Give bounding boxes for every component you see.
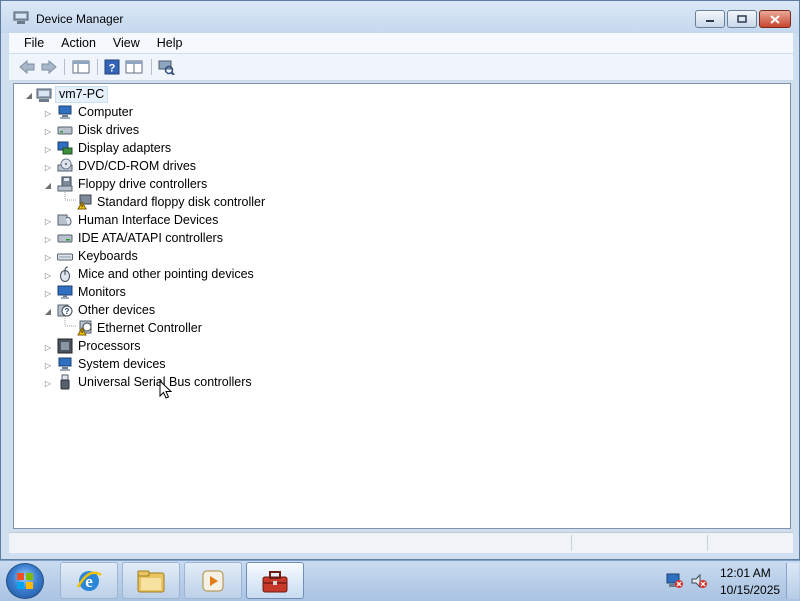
taskbar: e <box>0 560 800 601</box>
windows-explorer-icon <box>137 570 165 592</box>
media-player-icon <box>202 570 224 591</box>
expand-toggle[interactable]: ▷ <box>44 379 52 388</box>
tree-connector <box>64 192 77 201</box>
maximize-button[interactable] <box>727 10 757 28</box>
expand-toggle[interactable]: ▷ <box>44 109 52 118</box>
floppy-controller-icon <box>57 176 73 192</box>
taskbar-internet-explorer[interactable]: e <box>60 562 118 599</box>
taskbar-device-manager[interactable] <box>246 562 304 599</box>
tree-item-system-devices[interactable]: System devices <box>78 355 166 373</box>
expand-toggle[interactable]: ▷ <box>44 271 52 280</box>
processor-icon <box>57 338 73 354</box>
status-bar <box>9 532 793 553</box>
ide-controller-icon <box>57 234 73 243</box>
start-button[interactable] <box>6 563 44 599</box>
monitor-icon <box>57 285 73 299</box>
tree-item-ethernet-controller[interactable]: Ethernet Controller <box>97 319 202 337</box>
clock-date[interactable]: 10/15/2025 <box>720 583 780 597</box>
svg-text:?: ? <box>109 63 116 75</box>
properties-button[interactable] <box>124 58 144 76</box>
collapse-toggle[interactable]: ◢ <box>25 91 33 100</box>
tree-item-disk-drives[interactable]: Disk drives <box>78 121 139 139</box>
network-disconnected-icon[interactable] <box>666 573 684 589</box>
taskbar-media-player[interactable] <box>184 562 242 599</box>
hid-icon <box>57 214 72 226</box>
expand-toggle[interactable]: ▷ <box>44 145 52 154</box>
system-devices-icon <box>58 357 72 371</box>
scan-hardware-button[interactable] <box>156 58 176 76</box>
unknown-device-warning-icon <box>77 320 92 336</box>
title-bar[interactable]: Device Manager <box>1 1 799 33</box>
show-desktop-button[interactable] <box>786 563 799 599</box>
expand-toggle[interactable]: ▷ <box>44 163 52 172</box>
device-tree[interactable]: ◢ vm7-PC ▷ Computer ▷ Disk drives ▷ Disp… <box>13 83 791 529</box>
device-manager-icon <box>13 11 29 24</box>
menu-file[interactable]: File <box>9 36 53 50</box>
show-hide-console-tree-icon <box>72 60 90 74</box>
svg-text:?: ? <box>65 307 70 316</box>
keyboard-icon <box>57 253 73 261</box>
forward-button[interactable] <box>39 58 59 76</box>
minimize-button[interactable] <box>695 10 725 28</box>
close-icon <box>770 14 780 24</box>
tree-item-dvd-cd-rom-drives[interactable]: DVD/CD-ROM drives <box>78 157 196 175</box>
help-icon: ? <box>104 59 120 75</box>
window-title: Device Manager <box>36 12 124 26</box>
menu-help[interactable]: Help <box>149 36 192 50</box>
properties-icon <box>125 60 143 74</box>
collapse-toggle[interactable]: ◢ <box>44 181 52 190</box>
other-devices-icon: ? <box>57 304 73 317</box>
display-adapter-icon <box>57 141 73 155</box>
maximize-icon <box>737 15 747 23</box>
tree-item-computer[interactable]: Computer <box>78 103 133 121</box>
minimize-icon <box>706 20 714 22</box>
tree-item-standard-floppy-disk-controller[interactable]: Standard floppy disk controller <box>97 193 265 211</box>
mouse-icon <box>60 266 70 282</box>
tree-connector <box>64 318 77 327</box>
collapse-toggle[interactable]: ◢ <box>44 307 52 316</box>
expand-toggle[interactable]: ▷ <box>44 253 52 262</box>
floppy-warning-icon <box>77 194 92 210</box>
back-icon <box>19 60 35 74</box>
scan-hardware-icon <box>158 60 175 75</box>
tree-item-processors[interactable]: Processors <box>78 337 141 355</box>
computer-icon <box>58 105 72 119</box>
tree-item-keyboards[interactable]: Keyboards <box>78 247 138 265</box>
expand-toggle[interactable]: ▷ <box>44 361 52 370</box>
internet-explorer-icon: e <box>76 570 102 591</box>
usb-icon <box>60 374 70 390</box>
expand-toggle[interactable]: ▷ <box>44 217 52 226</box>
menu-action[interactable]: Action <box>53 36 105 50</box>
tree-item-monitors[interactable]: Monitors <box>78 283 126 301</box>
tree-item-mice[interactable]: Mice and other pointing devices <box>78 265 254 283</box>
windows-logo-icon <box>17 573 33 589</box>
clock-time[interactable]: 12:01 AM <box>720 566 771 580</box>
computer-root-icon <box>36 88 52 102</box>
show-hide-console-tree-button[interactable] <box>71 58 91 76</box>
close-button[interactable] <box>759 10 791 28</box>
forward-icon <box>41 60 57 74</box>
expand-toggle[interactable]: ▷ <box>44 289 52 298</box>
tree-root-label[interactable]: vm7-PC <box>55 86 109 103</box>
device-manager-window: Device Manager File Action View Help ? ◢… <box>0 0 800 560</box>
expand-toggle[interactable]: ▷ <box>44 127 52 136</box>
menu-bar: File Action View Help <box>9 33 793 53</box>
device-manager-toolbox-icon <box>262 570 288 592</box>
mouse-cursor-icon <box>159 380 173 399</box>
expand-toggle[interactable]: ▷ <box>44 343 52 352</box>
help-button[interactable]: ? <box>102 58 122 76</box>
dvd-drive-icon <box>57 158 73 172</box>
back-button[interactable] <box>17 58 37 76</box>
tree-item-other-devices[interactable]: Other devices <box>78 301 155 319</box>
toolbar: ? <box>9 54 793 81</box>
disk-drive-icon <box>57 126 73 135</box>
menu-view[interactable]: View <box>105 36 149 50</box>
taskbar-windows-explorer[interactable] <box>122 562 180 599</box>
expand-toggle[interactable]: ▷ <box>44 235 52 244</box>
tree-item-display-adapters[interactable]: Display adapters <box>78 139 171 157</box>
tree-item-ide-controllers[interactable]: IDE ATA/ATAPI controllers <box>78 229 223 247</box>
volume-muted-icon[interactable] <box>690 573 708 589</box>
tree-item-floppy-drive-controllers[interactable]: Floppy drive controllers <box>78 175 207 193</box>
tree-item-human-interface-devices[interactable]: Human Interface Devices <box>78 211 218 229</box>
